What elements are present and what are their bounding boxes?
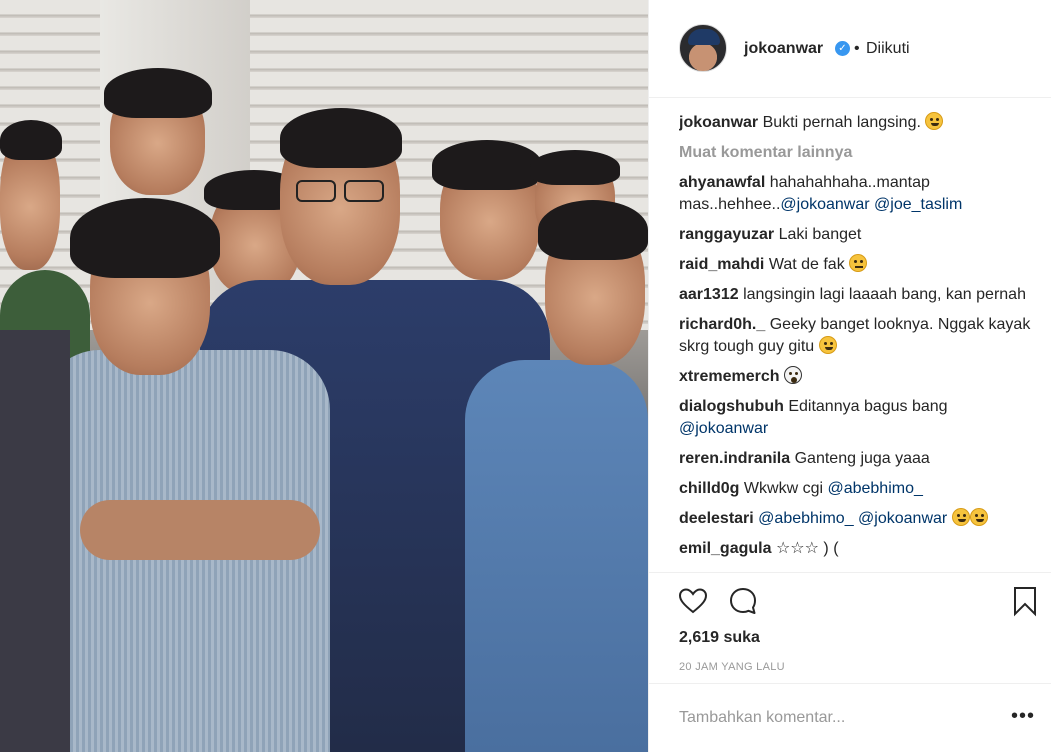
comment-item: deelestari @abebhimo_ @jokoanwar <box>679 508 1039 530</box>
comment-item: xtrememerch <box>679 366 1039 388</box>
comment-text: ☆☆☆ ) ( <box>775 540 839 557</box>
comment-username[interactable]: ahyanawfal <box>679 174 765 191</box>
comment-text: Editannya bagus bang <box>788 398 948 415</box>
load-more-comments[interactable]: Muat komentar lainnya <box>679 142 1039 164</box>
screaming-face-emoji-icon <box>783 366 802 384</box>
comment-username[interactable]: dialogshubuh <box>679 398 784 415</box>
avatar[interactable] <box>679 24 727 72</box>
comment-list[interactable]: jokoanwar Bukti pernah langsing. Muat ko… <box>679 112 1039 570</box>
mention-link[interactable]: @jokoanwar <box>679 420 768 437</box>
grinning-sweat-emoji-icon <box>818 336 837 354</box>
mention-link[interactable]: @abebhimo_ <box>827 480 922 497</box>
verified-badge-icon: ✓ <box>835 41 850 56</box>
comment-username[interactable]: xtrememerch <box>679 368 780 385</box>
follow-status-button[interactable]: Diikuti <box>866 40 910 58</box>
comment-item: dialogshubuh Editannya bagus bang @jokoa… <box>679 396 1039 440</box>
comment-item: ahyanawfal hahahahhaha..mantap mas..hehh… <box>679 172 1039 216</box>
comment-username[interactable]: deelestari <box>679 510 754 527</box>
comment-username[interactable]: reren.indranila <box>679 450 790 467</box>
heart-icon[interactable] <box>677 585 709 617</box>
comment-item: chilld0g Wkwkw cgi @abebhimo_ <box>679 478 1039 500</box>
likes-count[interactable]: 2,619 suka <box>679 629 760 647</box>
comment-username[interactable]: raid_mahdi <box>679 256 764 273</box>
comment-text: Bukti pernah langsing. <box>762 114 921 131</box>
mention-link[interactable]: @jokoanwar <box>780 196 869 213</box>
comment-text: Laki banget <box>778 226 862 243</box>
comment-text: Ganteng juga yaaa <box>794 450 930 467</box>
comment-item: ranggayuzar Laki banget <box>679 224 1039 246</box>
separator-dot: • <box>854 40 860 57</box>
grinning-sweat-emoji-icon <box>925 112 944 130</box>
comment-item: raid_mahdi Wat de fak <box>679 254 1039 276</box>
comment-username[interactable]: jokoanwar <box>679 114 758 131</box>
comment-item: richard0h._ Geeky banget looknya. Nggak … <box>679 314 1039 358</box>
comment-item: aar1312 langsingin lagi laaaah bang, kan… <box>679 284 1039 306</box>
grinning-sweat-emoji-icon <box>951 508 970 526</box>
post-photo[interactable] <box>0 0 648 752</box>
post-header: jokoanwar ✓ • Diikuti <box>649 0 1051 98</box>
bookmark-icon[interactable] <box>1009 585 1041 617</box>
comment-username[interactable]: richard0h._ <box>679 316 765 333</box>
comment-item: emil_gagula ☆☆☆ ) ( <box>679 538 1039 560</box>
grinning-sweat-emoji-icon <box>969 508 988 526</box>
post-sidebar: jokoanwar ✓ • Diikuti jokoanwar Bukti pe… <box>648 0 1051 752</box>
comment-username[interactable]: aar1312 <box>679 286 739 303</box>
comment-item: reren.indranila Ganteng juga yaaa <box>679 448 1039 470</box>
comment-icon[interactable] <box>727 585 759 617</box>
mention-link[interactable]: @joe_taslim <box>874 196 962 213</box>
mention-link[interactable]: @abebhimo_ <box>758 510 853 527</box>
add-comment-input[interactable] <box>679 706 979 730</box>
comment-text: Wat de fak <box>768 256 845 273</box>
comment-username[interactable]: chilld0g <box>679 480 739 497</box>
add-comment-section: ••• <box>649 683 1051 752</box>
mention-link[interactable]: @jokoanwar <box>858 510 947 527</box>
post-timestamp[interactable]: 20 JAM YANG LALU <box>679 661 785 673</box>
action-bar: 2,619 suka 20 JAM YANG LALU ••• <box>649 572 1051 752</box>
comment-username[interactable]: ranggayuzar <box>679 226 774 243</box>
username-link[interactable]: jokoanwar <box>744 40 823 58</box>
caption: jokoanwar Bukti pernah langsing. <box>679 112 1039 134</box>
comment-text: Wkwkw cgi <box>743 480 824 497</box>
more-options-button[interactable]: ••• <box>1011 706 1035 726</box>
comment-text: langsingin lagi laaaah bang, kan pernah <box>743 286 1026 303</box>
comment-username[interactable]: emil_gagula <box>679 540 771 557</box>
neutral-face-emoji-icon <box>849 254 868 272</box>
